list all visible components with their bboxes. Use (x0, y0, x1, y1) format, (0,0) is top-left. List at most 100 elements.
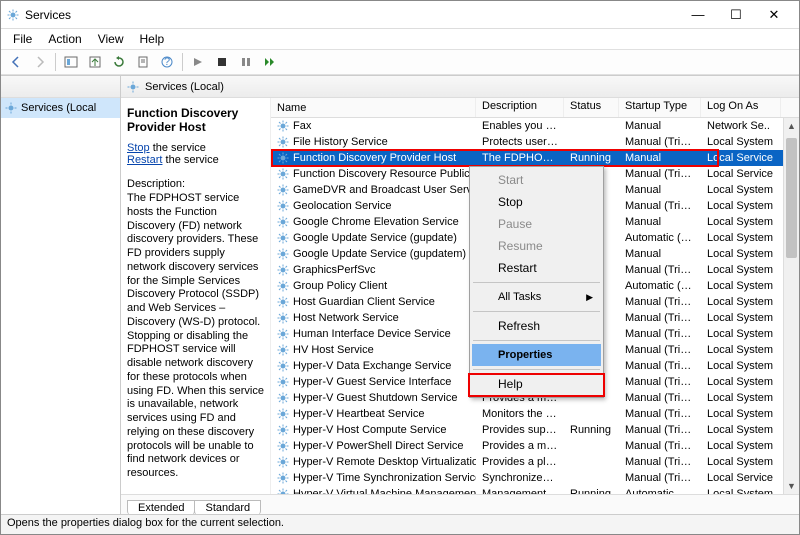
cell-name: Google Update Service (gupdatem) (271, 248, 476, 260)
col-description[interactable]: Description (476, 98, 564, 117)
scroll-up-icon[interactable]: ▲ (784, 118, 799, 134)
minimize-button[interactable]: — (679, 4, 717, 26)
cell-name: Function Discovery Resource Publication (271, 168, 476, 180)
menu-file[interactable]: File (7, 31, 38, 47)
properties-toolbar-button[interactable] (132, 51, 154, 73)
pause-service-button[interactable] (235, 51, 257, 73)
menu-action[interactable]: Action (42, 31, 87, 47)
cell-startup: Manual (Trigg.. (619, 136, 701, 148)
gear-icon (127, 81, 139, 93)
ctx-properties[interactable]: Properties (472, 344, 601, 366)
restart-suffix: the service (162, 154, 218, 166)
gear-icon (277, 376, 289, 388)
cell-startup: Manual (Trigg.. (619, 456, 701, 468)
cell-logon: Local Service (701, 472, 781, 484)
cell-startup: Manual (Trigg.. (619, 424, 701, 436)
close-button[interactable]: ✕ (755, 4, 793, 26)
cell-desc: Management s.. (476, 488, 564, 494)
cell-startup: Automatic (Tri.. (619, 280, 701, 292)
ctx-help[interactable]: Help (472, 373, 601, 395)
menu-view[interactable]: View (92, 31, 130, 47)
gear-icon (277, 456, 289, 468)
back-button[interactable] (5, 51, 27, 73)
cell-logon: Local System (701, 360, 781, 372)
services-app-icon (7, 9, 19, 21)
cell-logon: Local System (701, 296, 781, 308)
cell-startup: Manual (Trigg.. (619, 360, 701, 372)
ctx-refresh[interactable]: Refresh (472, 315, 601, 337)
stop-link[interactable]: Stop (127, 142, 150, 154)
service-row[interactable]: FaxEnables you to ..ManualNetwork Se.. (271, 118, 799, 134)
ctx-properties-label: Properties (498, 349, 552, 361)
service-row[interactable]: Hyper-V Heartbeat ServiceMonitors the st… (271, 406, 799, 422)
restart-link[interactable]: Restart (127, 154, 162, 166)
cell-startup: Manual (Trigg.. (619, 168, 701, 180)
cell-name: Hyper-V Virtual Machine Management (271, 488, 476, 494)
service-row[interactable]: Hyper-V Virtual Machine ManagementManage… (271, 486, 799, 494)
col-startup[interactable]: Startup Type (619, 98, 701, 117)
gear-icon (277, 360, 289, 372)
cell-name: Human Interface Device Service (271, 328, 476, 340)
gear-icon (277, 392, 289, 404)
ctx-resume[interactable]: Resume (472, 235, 601, 257)
ctx-start[interactable]: Start (472, 169, 601, 191)
vertical-scrollbar[interactable]: ▲ ▼ (783, 118, 799, 494)
col-name[interactable]: Name (271, 98, 476, 117)
start-service-button[interactable] (187, 51, 209, 73)
tree-item-label: Services (Local (21, 102, 96, 114)
info-pane: Function Discovery Provider Host Stop th… (121, 98, 271, 494)
tree-header (1, 76, 120, 98)
ctx-all-tasks[interactable]: All Tasks▶ (472, 286, 601, 308)
cell-desc: Enables you to .. (476, 120, 564, 132)
gear-icon (277, 264, 289, 276)
cell-startup: Manual (619, 216, 701, 228)
tab-extended[interactable]: Extended (127, 500, 195, 514)
cell-desc: Provides a platf.. (476, 456, 564, 468)
stop-service-button[interactable] (211, 51, 233, 73)
gear-icon (277, 328, 289, 340)
cell-name: Fax (271, 120, 476, 132)
gear-icon (277, 296, 289, 308)
ctx-separator (473, 282, 600, 283)
col-status[interactable]: Status (564, 98, 619, 117)
show-hide-button[interactable] (60, 51, 82, 73)
ctx-restart[interactable]: Restart (472, 257, 601, 279)
cell-status: Running (564, 152, 619, 164)
cell-logon: Local System (701, 232, 781, 244)
cell-logon: Local System (701, 312, 781, 324)
help-toolbar-button[interactable]: ? (156, 51, 178, 73)
cell-logon: Local System (701, 280, 781, 292)
col-logon[interactable]: Log On As (701, 98, 781, 117)
service-row[interactable]: Hyper-V Remote Desktop Virtualization Se… (271, 454, 799, 470)
cell-name: Hyper-V PowerShell Direct Service (271, 440, 476, 452)
tab-standard[interactable]: Standard (194, 500, 261, 514)
maximize-button[interactable]: ☐ (717, 4, 755, 26)
gear-icon (277, 200, 289, 212)
service-row[interactable]: Hyper-V PowerShell Direct ServiceProvide… (271, 438, 799, 454)
restart-service-button[interactable] (259, 51, 281, 73)
column-headers: Name Description Status Startup Type Log… (271, 98, 799, 118)
export-button[interactable] (84, 51, 106, 73)
ctx-pause[interactable]: Pause (472, 213, 601, 235)
service-row[interactable]: Hyper-V Host Compute ServiceProvides sup… (271, 422, 799, 438)
scroll-thumb[interactable] (786, 138, 797, 258)
cell-name: Google Chrome Elevation Service (271, 216, 476, 228)
service-row[interactable]: Function Discovery Provider HostThe FDPH… (271, 150, 799, 166)
menu-help[interactable]: Help (134, 31, 171, 47)
cell-name: Host Network Service (271, 312, 476, 324)
gear-icon (277, 168, 289, 180)
tree-item-services[interactable]: Services (Local (1, 98, 120, 118)
cell-logon: Network Se.. (701, 120, 781, 132)
service-row[interactable]: Hyper-V Time Synchronization ServiceSync… (271, 470, 799, 486)
gear-icon (277, 344, 289, 356)
ctx-stop[interactable]: Stop (472, 191, 601, 213)
forward-button[interactable] (29, 51, 51, 73)
cell-status: Running (564, 424, 619, 436)
gear-icon (277, 488, 289, 494)
cell-startup: Manual (619, 248, 701, 260)
refresh-button[interactable] (108, 51, 130, 73)
scroll-down-icon[interactable]: ▼ (784, 478, 799, 494)
cell-startup: Manual (Trigg.. (619, 328, 701, 340)
cell-startup: Manual (619, 152, 701, 164)
service-row[interactable]: File History ServiceProtects user fil..M… (271, 134, 799, 150)
